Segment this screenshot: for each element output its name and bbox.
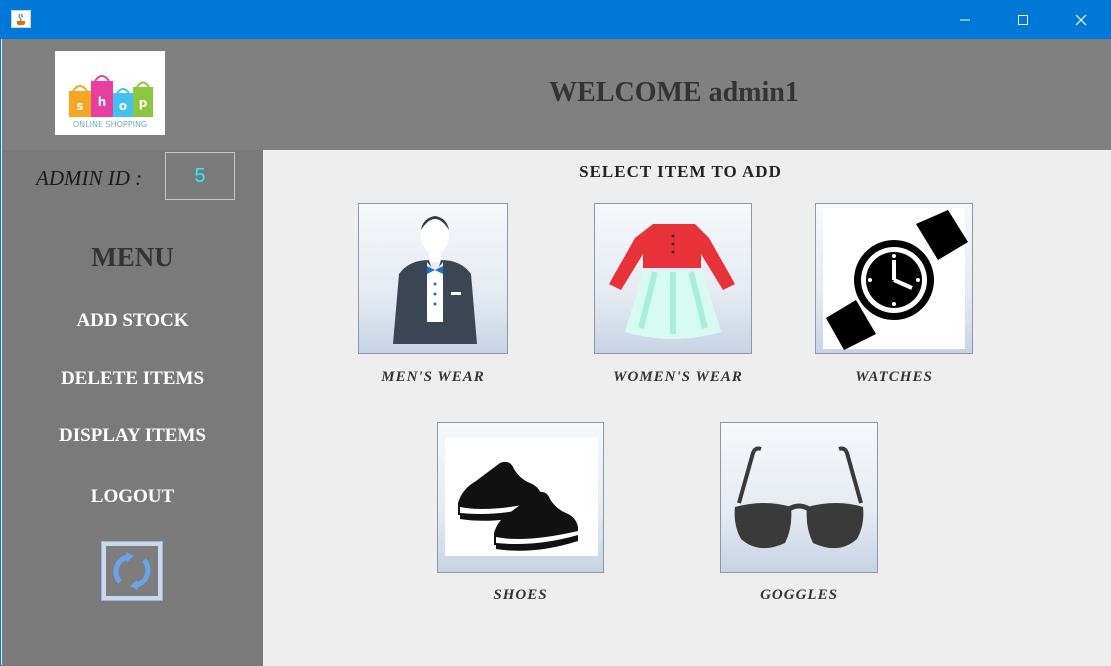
app-window: s h o p ONLINE SHOPPING WELCOME admin1 A…: [0, 0, 1111, 666]
womens-wear-button[interactable]: [594, 203, 752, 354]
select-item-heading: SELECT ITEM TO ADD: [579, 162, 782, 181]
maximize-button[interactable]: [994, 1, 1052, 39]
goggles-button[interactable]: [720, 422, 878, 573]
maximize-icon: [1018, 15, 1028, 25]
sidebar: ADMIN ID : 5 MENU ADD STOCK DELETE ITEMS…: [2, 150, 263, 666]
admin-id-field[interactable]: 5: [165, 152, 235, 200]
shoes-button[interactable]: [437, 422, 604, 573]
svg-text:ONLINE SHOPPING: ONLINE SHOPPING: [73, 120, 147, 129]
main-panel: SELECT ITEM TO ADD MEN'S WEAR WOMEN'S WE…: [263, 150, 1111, 666]
title-bar[interactable]: [1, 1, 1111, 39]
mens-wear-icon: [393, 216, 477, 344]
womens-wear-label: WOMEN'S WEAR: [613, 369, 743, 385]
shoes-icon: [458, 461, 578, 551]
java-app-icon: [11, 10, 31, 28]
mens-wear-label: MEN'S WEAR: [381, 369, 485, 385]
close-icon: [1075, 14, 1087, 26]
goggles-label: GOGGLES: [760, 587, 838, 603]
minimize-icon: [960, 19, 970, 21]
delete-items-button[interactable]: DELETE ITEMS: [2, 368, 263, 390]
watches-button[interactable]: [815, 203, 973, 354]
display-items-button[interactable]: DISPLAY ITEMS: [2, 425, 263, 447]
logout-button[interactable]: LOGOUT: [2, 486, 263, 508]
admin-id-label: ADMIN ID :: [36, 166, 143, 190]
watches-label: WATCHES: [855, 369, 933, 385]
refresh-button[interactable]: [101, 541, 163, 601]
header: s h o p ONLINE SHOPPING WELCOME admin1: [2, 39, 1111, 150]
minimize-button[interactable]: [936, 1, 994, 39]
close-button[interactable]: [1052, 1, 1110, 39]
womens-wear-icon: [609, 224, 735, 339]
shoes-label: SHOES: [493, 587, 548, 603]
add-stock-button[interactable]: ADD STOCK: [2, 310, 263, 332]
menu-title: MENU: [91, 242, 174, 272]
goggles-icon: [734, 446, 864, 549]
refresh-icon: [106, 546, 158, 596]
welcome-heading: WELCOME admin1: [549, 77, 799, 108]
watch-icon: [826, 210, 968, 350]
mens-wear-button[interactable]: [358, 203, 508, 354]
